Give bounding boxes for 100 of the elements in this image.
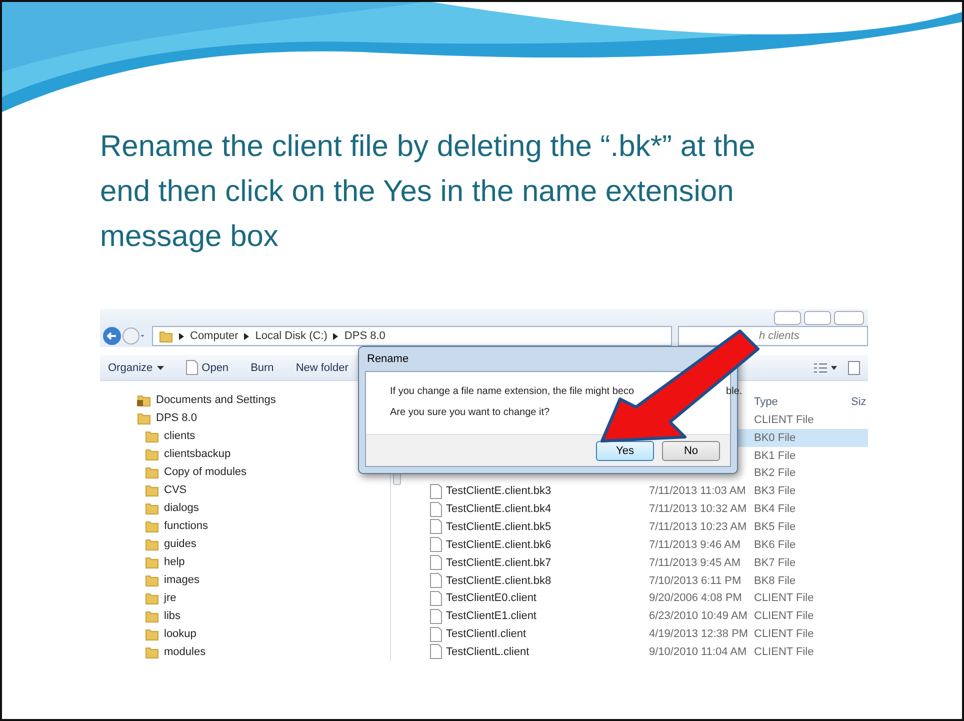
file-row[interactable]: TestClientE0.client 9/20/2006 4:08 PM CLIENT File <box>402 589 868 608</box>
file-date: 7/11/2013 10:32 AM <box>649 503 748 516</box>
folder-icon <box>145 502 159 514</box>
slide-title: Rename the client file by deleting the “.bk*” at the end then click on the Yes in the name extension message box <box>100 129 756 255</box>
file-row[interactable]: TestClientL.client 9/10/2010 11:04 AM CLIENT File <box>402 643 868 661</box>
file-name: TestClientE.client.bk5 <box>446 520 552 533</box>
folder-tree-item[interactable]: modules <box>100 643 390 661</box>
search-field[interactable]: h clients <box>678 326 868 346</box>
file-row[interactable]: TestClientE.client.bk3 7/11/2013 11:03 AM BK3 File <box>402 482 868 500</box>
column-header[interactable]: Type <box>754 396 851 408</box>
file-row[interactable]: TestClientE.client.bk7 7/11/2013 9:45 AM BK7 File <box>402 554 868 572</box>
file-type: BK2 File <box>754 467 797 480</box>
file-date: 7/11/2013 11:03 AM <box>649 485 747 498</box>
file-type: BK8 File <box>754 574 797 587</box>
folder-icon <box>137 412 151 424</box>
file-name: TestClientE.client.bk8 <box>446 574 552 587</box>
file-date: 7/11/2013 9:45 AM <box>649 556 742 569</box>
folder-icon <box>145 610 159 622</box>
dialog-button[interactable]: Yes <box>596 440 654 460</box>
folder-icon <box>159 330 173 342</box>
back-forward-icon[interactable] <box>102 326 146 346</box>
file-row[interactable]: TestClientE.client.bk8 7/10/2013 6:11 PM BK8 File <box>402 572 868 590</box>
breadcrumb-item[interactable]: DPS 8.0 <box>344 330 386 342</box>
toolbar-button[interactable]: New folder <box>296 362 348 374</box>
folder-tree-item[interactable]: CVS <box>100 481 390 499</box>
breadcrumb-arrow-icon <box>244 332 250 340</box>
file-name: TestClientE.client.bk7 <box>446 556 552 569</box>
folder-icon <box>145 646 159 658</box>
file-name: TestClientE.client.bk3 <box>446 485 552 498</box>
file-date: 4/19/2013 12:38 PM <box>649 628 750 640</box>
file-name: TestClientE.client.bk6 <box>446 538 552 551</box>
file-row[interactable]: TestClientE.client.bk6 7/11/2013 9:46 AM BK6 File <box>402 536 868 554</box>
folder-icon <box>145 430 159 442</box>
folder-icon <box>145 484 159 496</box>
dropdown-caret-icon <box>156 366 164 370</box>
dialog-title: Rename <box>366 352 410 367</box>
dialog-question: Are you sure you want to change it? <box>390 407 551 418</box>
breadcrumb-item[interactable]: Computer <box>190 330 238 342</box>
file-type: CLIENT File <box>754 628 815 640</box>
toolbar-button[interactable]: Organize <box>108 362 164 374</box>
file-date: 9/10/2010 11:04 AM <box>649 646 748 658</box>
folder-icon <box>145 556 159 568</box>
file-row[interactable]: TestClientE.client.bk5 7/11/2013 10:23 AM BK5 File <box>402 518 868 536</box>
file-icon <box>430 573 442 588</box>
column-header[interactable]: Siz <box>851 396 868 408</box>
file-type: BK3 File <box>754 485 797 498</box>
file-name: TestClientI.client <box>446 628 526 640</box>
file-row[interactable]: TestClientI.client 4/19/2013 12:38 PM CLIENT File <box>402 625 868 644</box>
folder-icon <box>145 628 159 640</box>
file-name: TestClientL.client <box>446 646 530 658</box>
file-type: BK7 File <box>754 556 797 569</box>
dialog-message-end: ble. <box>726 386 742 397</box>
folder-icon <box>145 466 159 478</box>
file-date: 7/11/2013 9:46 AM <box>649 538 742 551</box>
breadcrumb-item[interactable]: Local Disk (C:) <box>255 330 328 342</box>
file-date: 6/23/2010 10:49 AM <box>649 610 748 622</box>
folder-icon <box>145 574 159 586</box>
preview-pane-icon[interactable] <box>848 360 860 374</box>
toolbar-button[interactable]: Burn <box>250 362 274 374</box>
file-type: BK0 File <box>754 432 797 444</box>
view-options-icon[interactable] <box>814 362 838 372</box>
folder-icon <box>145 538 159 550</box>
file-icon <box>430 590 442 606</box>
window-controls-icon <box>774 311 864 325</box>
file-type: CLIENT File <box>754 646 815 658</box>
folder-tree-item[interactable]: clients <box>100 427 390 445</box>
breadcrumb-arrow-icon <box>333 332 338 340</box>
file-icon <box>186 360 198 375</box>
file-icon <box>430 537 442 552</box>
file-icon <box>430 555 442 570</box>
file-name: TestClientE1.client <box>446 610 536 622</box>
file-date: 9/20/2006 4:08 PM <box>649 592 743 604</box>
folder-tree-item[interactable]: images <box>100 571 390 589</box>
folder-tree-item[interactable]: lookup <box>100 625 390 643</box>
file-type: BK5 File <box>754 520 797 533</box>
file-date: 7/10/2013 6:11 PM <box>649 574 742 587</box>
toolbar-button[interactable]: Open <box>186 360 229 375</box>
file-icon <box>430 502 442 517</box>
folder-icon <box>145 520 159 532</box>
folder-icon <box>145 448 159 460</box>
file-type: CLIENT File <box>754 592 815 604</box>
folder-tree-item[interactable]: Copy of modules <box>100 463 390 481</box>
folder-tree-item[interactable]: guides <box>100 535 390 553</box>
folder-tree-item[interactable]: DPS 8.0 <box>100 409 390 427</box>
file-type: CLIENT File <box>754 610 815 622</box>
file-row[interactable]: TestClientE1.client 6/23/2010 10:49 AM CLIENT File <box>402 607 868 626</box>
file-row[interactable]: TestClientE.client.bk4 7/11/2013 10:32 AM BK4 File <box>402 500 868 518</box>
file-icon <box>430 608 442 624</box>
folder-tree-item[interactable]: dialogs <box>100 499 390 517</box>
folder-tree-item[interactable]: clientsbackup <box>100 445 390 463</box>
file-icon <box>430 626 442 642</box>
folder-tree-item[interactable]: functions <box>100 517 390 535</box>
folder-tree-item[interactable]: Documents and Settings <box>100 391 390 409</box>
locked-folder-icon <box>137 394 151 406</box>
folder-tree-item[interactable]: libs <box>100 607 390 625</box>
folder-tree-item[interactable]: jre <box>100 589 390 607</box>
file-name: TestClientE0.client <box>446 592 536 604</box>
folder-tree-item[interactable]: help <box>100 553 390 571</box>
address-bar[interactable]: Computer Local Disk (C:) DPS 8.0 <box>152 326 672 346</box>
dialog-button[interactable]: No <box>662 440 720 460</box>
